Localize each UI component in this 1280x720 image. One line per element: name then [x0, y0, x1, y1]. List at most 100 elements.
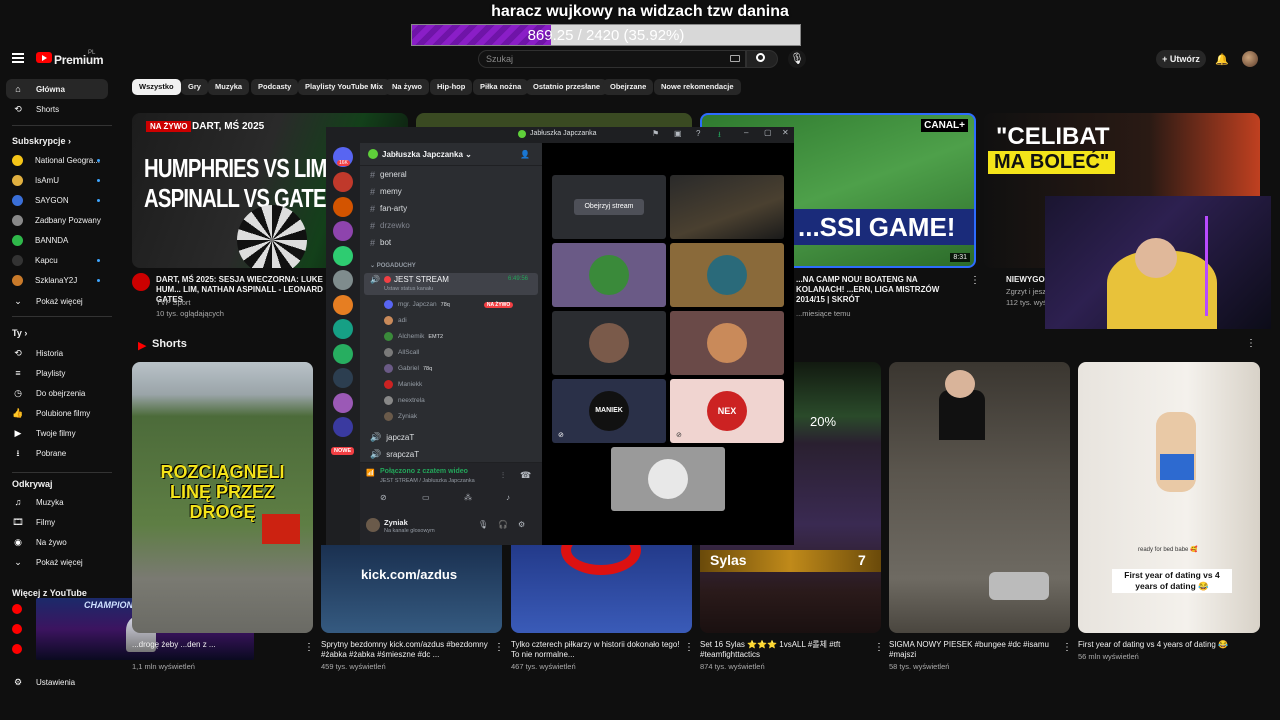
sidebar-item-home[interactable]: ⌂ Główna: [6, 79, 108, 99]
more-options-icon[interactable]: ⋮: [684, 642, 694, 653]
short-title[interactable]: Set 16 Sylas ⭐⭐⭐ 1vsALL #롤체 #tft #teamfi…: [700, 640, 870, 660]
microphone-icon[interactable]: 🎙: [788, 50, 806, 68]
filter-chip[interactable]: Hip-hop: [430, 79, 473, 95]
short-title[interactable]: First year of dating vs 4 years of datin…: [1078, 640, 1250, 650]
sidebar-sub-item[interactable]: BANNDA: [6, 230, 108, 250]
notifications-bell-icon[interactable]: 🔔: [1215, 53, 1229, 66]
channel-avatar[interactable]: [132, 273, 150, 291]
voice-user[interactable]: mgr. Japczan 78q NA ŻYWO: [384, 300, 514, 309]
account-avatar[interactable]: [1242, 51, 1258, 67]
user-tile[interactable]: [552, 243, 666, 307]
server-icon[interactable]: [333, 245, 353, 266]
voice-user[interactable]: adi: [384, 316, 407, 325]
sidebar-sub-item[interactable]: IsAmU: [6, 170, 108, 190]
short-thumbnail[interactable]: [889, 362, 1070, 633]
short-thumbnail[interactable]: kick.com/azdus: [321, 545, 502, 633]
youtube-studio-icon[interactable]: [12, 604, 22, 614]
video-title[interactable]: ...NA CAMP NOU! BOATENG NA KOLANACH! ...…: [796, 275, 966, 305]
youtube-music-icon[interactable]: [12, 624, 22, 634]
you-heading[interactable]: Ty ›: [12, 328, 27, 338]
more-options-icon[interactable]: ⋮: [304, 642, 314, 653]
sidebar-sub-item[interactable]: SAYGON: [6, 190, 108, 210]
server-icon[interactable]: [333, 294, 353, 315]
short-thumbnail[interactable]: ROZCIĄGNELI LINĘ PRZEZ DROGĘ: [132, 362, 313, 633]
screen-share-icon[interactable]: ▭: [422, 493, 430, 502]
watch-stream-button[interactable]: Obejrzyj stream: [574, 199, 644, 215]
gear-icon[interactable]: ⚙: [518, 520, 525, 529]
voice-user[interactable]: Gabriel 78q: [384, 364, 432, 373]
channel-drzewko[interactable]: # drzewko: [364, 218, 538, 233]
camera-off-icon[interactable]: ⊘: [380, 493, 387, 502]
filter-chip[interactable]: Ostatnio przesłane: [526, 79, 608, 95]
short-title[interactable]: Tylko czterech piłkarzy w historii dokon…: [511, 640, 681, 660]
filter-chip[interactable]: Playlisty YouTube Mix: [298, 79, 390, 95]
sidebar-item-like[interactable]: 👍 Polubione filmy: [6, 403, 108, 423]
help-icon[interactable]: ?: [696, 129, 700, 138]
disconnect-icon[interactable]: ☎: [520, 470, 531, 481]
sidebar-item-music[interactable]: ♫ Muzyka: [6, 492, 108, 512]
search-input[interactable]: [478, 50, 746, 68]
short-thumbnail[interactable]: ready for bed babe 🥰 First year of datin…: [1078, 362, 1260, 633]
sidebar-item-playlist[interactable]: ≡ Playlisty: [6, 363, 108, 383]
sidebar-item-live[interactable]: ◉ Na żywo: [6, 532, 108, 552]
category-heading[interactable]: ⌄ POGADUCHY: [370, 262, 416, 269]
sidebar-item-chevron-down[interactable]: ⌄ Pokaż więcej: [6, 552, 108, 572]
stream-tile[interactable]: Obejrzyj stream: [552, 175, 666, 239]
server-icon[interactable]: [333, 172, 353, 192]
voice-user[interactable]: Maniekk: [384, 380, 422, 389]
server-icon[interactable]: [333, 368, 353, 388]
sidebar-sub-item[interactable]: National Geogra...: [6, 150, 108, 170]
maximize-icon[interactable]: ▢: [764, 128, 772, 137]
menu-icon[interactable]: [12, 53, 24, 63]
server-icon[interactable]: [333, 417, 353, 437]
filter-chip[interactable]: Muzyka: [208, 79, 250, 95]
screen-icon[interactable]: ▣: [674, 129, 682, 138]
server-icon[interactable]: [333, 343, 353, 364]
channel-memy[interactable]: # memy: [364, 184, 538, 199]
sidebar-sub-item[interactable]: Kapcu: [6, 250, 108, 270]
sidebar-item-download[interactable]: ⭳ Pobrane: [6, 443, 108, 463]
connection-channel[interactable]: JEST STREAM / Jabłuszka Japczanka: [380, 478, 475, 484]
download-icon[interactable]: ⭳: [718, 129, 721, 143]
youtube-kids-icon[interactable]: [12, 644, 22, 654]
soundboard-icon[interactable]: ♪: [506, 493, 510, 502]
activities-icon[interactable]: ⁂: [464, 493, 472, 502]
user-tile[interactable]: NEX ⊘: [670, 379, 784, 443]
sidebar-item-history[interactable]: ⟲ Historia: [6, 343, 108, 363]
sidebar-item-watch-later[interactable]: ◷ Do obejrzenia: [6, 383, 108, 403]
channel-fan-arty[interactable]: # fan-arty: [364, 201, 538, 216]
voice-channel[interactable]: 🔊 japczaT: [364, 430, 538, 445]
voice-channel-active[interactable]: 🔊 JEST STREAM 6:49:56 Ustaw status kanał…: [364, 273, 538, 295]
filter-chip[interactable]: Podcasty: [251, 79, 299, 95]
voice-user[interactable]: Zyniak: [384, 412, 417, 421]
minimize-icon[interactable]: –: [744, 128, 748, 137]
headphones-icon[interactable]: 🎧: [498, 520, 508, 529]
short-title[interactable]: ...drogę żeby ...den z ...: [132, 640, 292, 650]
filter-chip[interactable]: Obejrzane: [603, 79, 654, 95]
server-icon[interactable]: [333, 196, 353, 217]
filter-chip[interactable]: Piłka nożna: [473, 79, 529, 95]
noise-suppression-icon[interactable]: ⫶: [502, 471, 504, 481]
subscriptions-heading[interactable]: Subskrypcje ›: [12, 136, 71, 146]
user-tile[interactable]: MANIEK ⊘: [552, 379, 666, 443]
search-icon[interactable]: [756, 53, 765, 62]
sidebar-subs-more[interactable]: ⌄ Pokaż więcej: [6, 291, 108, 311]
voice-user[interactable]: neextrela: [384, 396, 425, 405]
filter-chip[interactable]: Nowe rekomendacje: [654, 79, 741, 95]
server-icon[interactable]: [333, 392, 353, 413]
close-icon[interactable]: ✕: [782, 128, 789, 137]
user-tile[interactable]: [670, 311, 784, 375]
more-options-icon[interactable]: ⋮: [874, 642, 884, 653]
more-options-icon[interactable]: ⋮: [970, 275, 980, 286]
channel-general[interactable]: # general: [364, 167, 538, 182]
short-title[interactable]: Sprytny bezdomny kick.com/azdus #bezdomn…: [321, 640, 491, 660]
video-channel[interactable]: TVP Sport: [156, 298, 190, 308]
short-thumbnail[interactable]: [511, 545, 692, 633]
server-icon[interactable]: [333, 319, 353, 339]
add-member-icon[interactable]: 👤: [520, 150, 530, 159]
user-tile[interactable]: [552, 311, 666, 375]
user-tile[interactable]: [670, 243, 784, 307]
inbox-icon[interactable]: ⚑: [652, 129, 659, 138]
sidebar-sub-item[interactable]: SzklanaY2J: [6, 270, 108, 290]
filter-chip[interactable]: Wszystko: [132, 79, 181, 95]
